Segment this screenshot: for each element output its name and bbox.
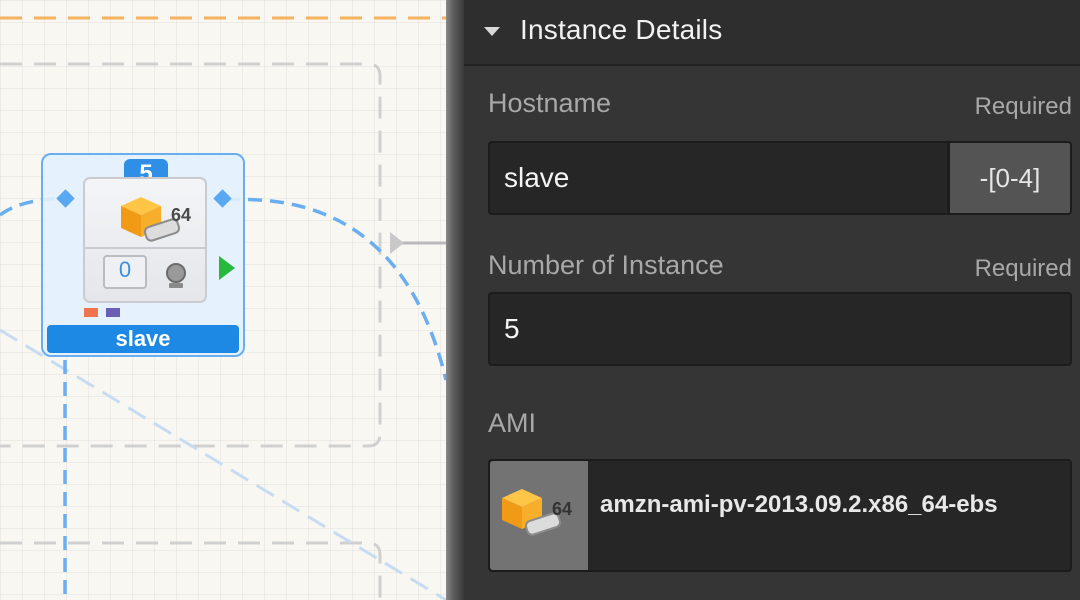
- hostname-suffix: -[0-4]: [948, 141, 1072, 215]
- divider: [85, 247, 205, 249]
- sg-color-tag: [106, 308, 120, 317]
- instance-count-field[interactable]: 5: [488, 292, 1072, 366]
- volume-count: 0: [118, 257, 132, 282]
- play-icon[interactable]: [219, 256, 235, 280]
- instance-body: 64 0: [83, 177, 207, 303]
- required-indicator: Required: [974, 93, 1072, 120]
- subnet-group-border: [0, 541, 382, 600]
- connection-line[interactable]: [225, 197, 446, 381]
- volume-indicator[interactable]: 0: [103, 255, 147, 289]
- inspector-panel: Instance Details Hostname Required slave…: [464, 0, 1080, 600]
- chevron-down-icon[interactable]: [484, 27, 500, 36]
- ami-arch-label: 64: [552, 499, 573, 519]
- hostname-field[interactable]: slave: [488, 141, 949, 215]
- ami-name: amzn-ami-pv-2013.09.2.x86_64-ebs: [600, 491, 998, 518]
- instance-node[interactable]: 5 64 0 slave: [41, 153, 245, 357]
- section-header[interactable]: Instance Details: [464, 0, 1080, 66]
- instance-count-label: Number of Instance: [488, 250, 724, 280]
- ami-icon-box: 64: [490, 461, 588, 570]
- connector-arrow-icon: [390, 232, 404, 254]
- instance-name-label: slave: [47, 325, 239, 353]
- arch-label: 64: [171, 205, 192, 225]
- eip-icon[interactable]: [161, 261, 191, 291]
- design-canvas[interactable]: 5 64 0 slave: [0, 0, 446, 600]
- ami-label: AMI: [488, 408, 537, 438]
- hostname-label: Hostname: [488, 88, 612, 118]
- sg-color-tag: [84, 308, 98, 317]
- section-title: Instance Details: [520, 14, 723, 45]
- ami-selector[interactable]: 64 amzn-ami-pv-2013.09.2.x86_64-ebs: [488, 459, 1072, 572]
- panel-divider[interactable]: [446, 0, 464, 600]
- required-indicator: Required: [974, 255, 1072, 282]
